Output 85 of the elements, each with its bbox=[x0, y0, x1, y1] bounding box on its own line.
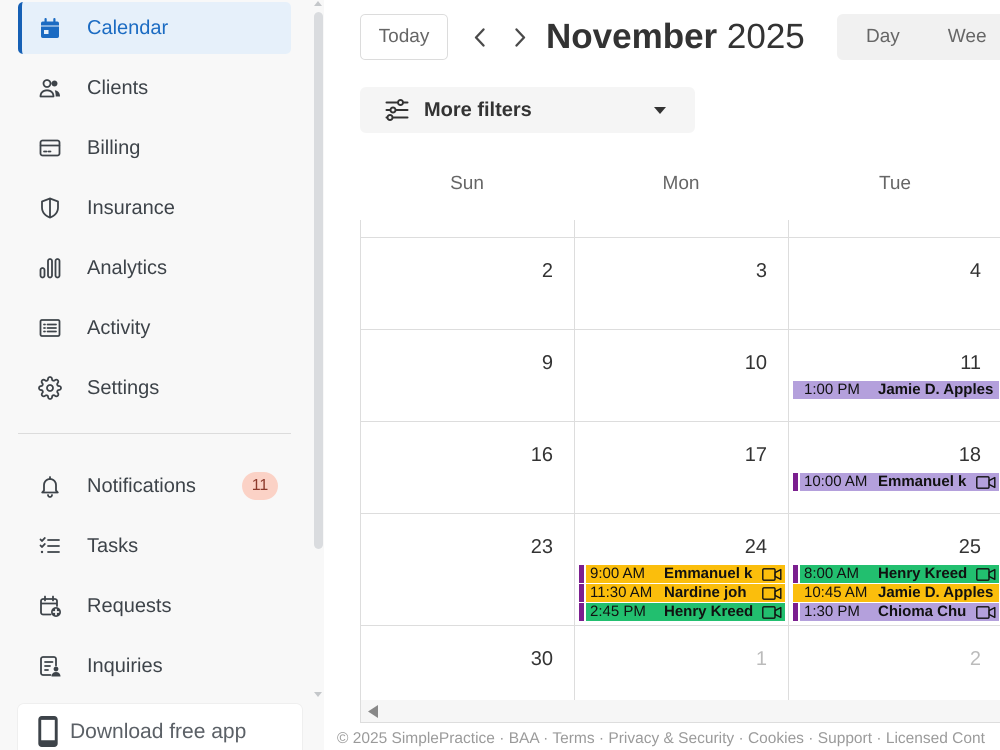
nav-item[interactable]: Billing bbox=[18, 122, 291, 174]
caret-down-icon bbox=[654, 106, 666, 114]
client-name: Nardine joh bbox=[664, 584, 747, 602]
chevron-right-icon bbox=[514, 28, 526, 46]
day-number: 16 bbox=[530, 443, 553, 467]
nav-item[interactable]: Requests bbox=[18, 580, 291, 632]
phone-icon bbox=[38, 716, 58, 747]
day-number: 4 bbox=[970, 259, 981, 283]
day-number: 3 bbox=[756, 259, 767, 283]
document-person-icon bbox=[38, 654, 62, 678]
appointment-block[interactable]: 10:45 AM Jamie D. Apples bbox=[793, 584, 999, 602]
scroll-down-arrow-icon bbox=[314, 692, 322, 697]
footer-separator: · bbox=[598, 730, 604, 747]
footer-separator: · bbox=[808, 730, 814, 747]
nav-item[interactable]: Insurance bbox=[18, 182, 291, 234]
day-number: 1 bbox=[756, 647, 767, 671]
nav-item[interactable]: Settings bbox=[18, 362, 291, 414]
appointment-time: 1:00 PM bbox=[804, 381, 861, 399]
day-number: 25 bbox=[958, 535, 981, 559]
appointment-block[interactable]: 1:30 PM Chioma Chu bbox=[800, 603, 999, 621]
day-number: 2 bbox=[970, 647, 981, 671]
day-number: 23 bbox=[530, 535, 553, 559]
settings-icon bbox=[38, 376, 62, 400]
chevron-left-icon bbox=[474, 28, 484, 46]
appointment-block[interactable]: 2:45 PM Henry Kreed bbox=[586, 603, 785, 621]
day-number: 18 bbox=[958, 443, 981, 467]
client-name: Chioma Chu bbox=[878, 603, 966, 621]
appointment-block[interactable]: 8:00 AM Henry Kreed bbox=[800, 565, 999, 583]
client-name: Jamie D. Apples bbox=[878, 381, 994, 399]
appointment-time: 11:30 AM bbox=[590, 584, 654, 602]
client-name: Jamie D. Apples bbox=[878, 584, 994, 602]
sliders-icon bbox=[385, 99, 409, 121]
calendar-plus-icon bbox=[38, 594, 62, 618]
client-name: Emmanuel k bbox=[878, 473, 966, 491]
appointment-time: 9:00 AM bbox=[590, 565, 646, 583]
appointment-block[interactable]: 9:00 AM Emmanuel k bbox=[586, 565, 785, 583]
scroll-left-arrow-icon bbox=[368, 704, 378, 718]
today-button[interactable]: Today bbox=[360, 14, 448, 60]
download-app-button[interactable]: Download free app bbox=[18, 704, 302, 750]
appointment-time: 8:00 AM bbox=[804, 565, 860, 583]
notification-badge: 11 bbox=[242, 472, 278, 500]
day-number: 17 bbox=[744, 443, 767, 467]
appointment-time: 10:45 AM bbox=[804, 584, 868, 602]
people-icon bbox=[38, 76, 62, 100]
day-number: 9 bbox=[542, 351, 553, 375]
filters-dropdown[interactable]: More filters bbox=[360, 87, 695, 133]
client-name: Henry Kreed bbox=[664, 603, 754, 621]
view-tab[interactable]: Day bbox=[847, 18, 919, 56]
bar-chart-icon bbox=[38, 256, 62, 280]
appointment-block[interactable]: 11:30 AM Nardine joh bbox=[586, 584, 785, 602]
scrollbar-thumb[interactable] bbox=[314, 12, 322, 549]
appointment-block[interactable]: 1:00 PM Jamie D. Apples bbox=[793, 381, 999, 399]
nav-item[interactable]: Activity bbox=[18, 302, 291, 354]
day-number: 2 bbox=[542, 259, 553, 283]
footer-separator: · bbox=[876, 730, 882, 747]
nav-item[interactable]: Analytics bbox=[18, 242, 291, 294]
scroll-up-arrow-icon bbox=[314, 1, 322, 6]
weekday-header: Sun bbox=[450, 172, 484, 196]
weekday-header: Mon bbox=[662, 172, 700, 196]
day-number: 11 bbox=[960, 351, 981, 375]
day-number: 10 bbox=[744, 351, 767, 375]
appointment-time: 1:30 PM bbox=[804, 603, 861, 621]
nav-item[interactable]: Tasks bbox=[18, 520, 291, 572]
appointment-block[interactable]: 10:00 AM Emmanuel k bbox=[800, 473, 999, 491]
client-name: Henry Kreed bbox=[878, 565, 968, 583]
horizontal-scrollbar[interactable] bbox=[361, 700, 1000, 722]
calendar-icon bbox=[38, 16, 62, 40]
footer-separator: · bbox=[543, 730, 548, 747]
nav-item[interactable]: Inquiries bbox=[18, 640, 291, 692]
copyright-text: © 2025 SimplePractice bbox=[337, 730, 495, 747]
list-icon bbox=[38, 316, 62, 340]
nav-item[interactable]: Notifications 11 bbox=[18, 460, 291, 512]
view-tab[interactable]: Wee bbox=[928, 18, 1000, 56]
footer-separator: · bbox=[738, 730, 744, 747]
day-number: 24 bbox=[744, 535, 767, 559]
shield-icon bbox=[38, 196, 62, 220]
nav-item[interactable]: Clients bbox=[18, 62, 291, 114]
appointment-time: 10:00 AM bbox=[804, 473, 868, 491]
month-title: November 2025 bbox=[546, 17, 805, 56]
footer-separator: · bbox=[499, 730, 504, 747]
nav-item[interactable]: Calendar bbox=[18, 2, 291, 54]
appointment-time: 2:45 PM bbox=[590, 603, 647, 621]
client-name: Emmanuel k bbox=[664, 565, 752, 583]
weekday-header: Tue bbox=[878, 172, 912, 196]
day-number: 30 bbox=[530, 647, 553, 671]
